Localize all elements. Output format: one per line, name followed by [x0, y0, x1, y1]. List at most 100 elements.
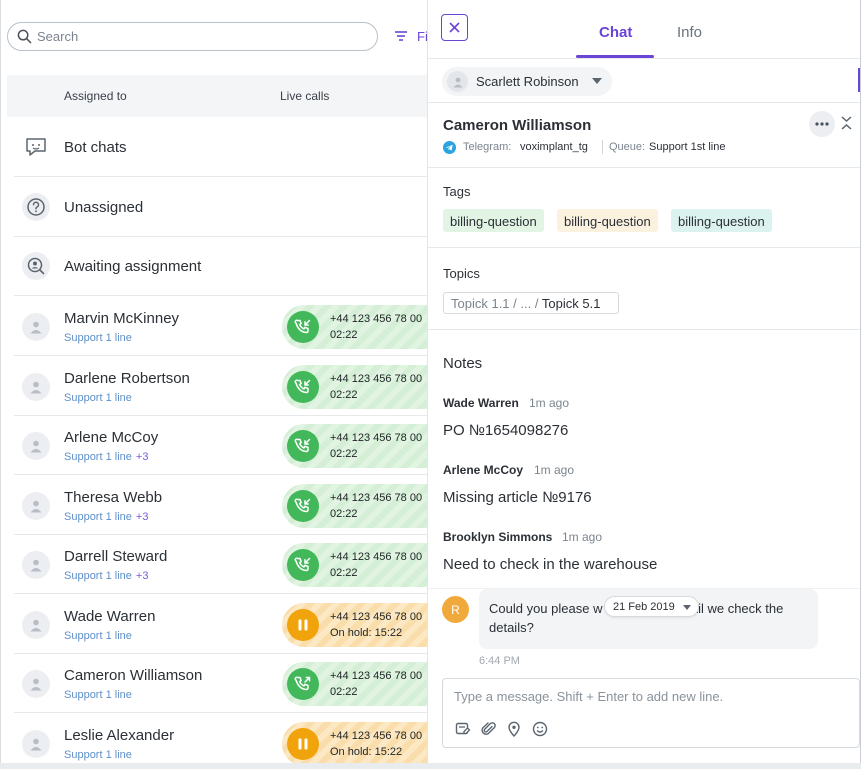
live-call-pill[interactable]: +44 123 456 78 00 02:22	[282, 543, 428, 587]
note-time: 1m ago	[529, 396, 570, 410]
note-time: 1m ago	[562, 530, 603, 544]
outgoing-call-icon[interactable]	[287, 668, 319, 700]
location-pin-icon[interactable]	[505, 720, 523, 738]
divider	[428, 102, 860, 103]
message-time: 6:44 PM	[479, 655, 520, 667]
more-dots-icon	[815, 122, 829, 126]
call-phone-number: +44 123 456 78 00	[330, 492, 423, 504]
collapse-icon[interactable]	[841, 116, 852, 130]
tag-chip[interactable]: billing-question	[443, 209, 544, 232]
queue-name: Support 1 line	[64, 392, 132, 404]
user-avatar-icon	[22, 611, 50, 639]
operator-row[interactable]: Cameron Williamson Support 1 line +44 123 …	[14, 654, 428, 713]
quick-reply-icon[interactable]	[454, 720, 472, 738]
operator-queue: Support 1 line +3	[64, 451, 148, 463]
queue-name: Support 1 line	[64, 511, 132, 523]
operator-row[interactable]: Leslie Alexander Support 1 line +44 123 45…	[14, 714, 428, 769]
queue-label: Queue:	[609, 141, 646, 153]
incoming-call-icon[interactable]	[287, 490, 319, 522]
bot-chat-icon	[22, 133, 50, 161]
operator-queue: Support 1 line	[64, 749, 132, 761]
tab-info[interactable]: Info	[677, 24, 702, 41]
operator-name: Darlene Robertson	[64, 370, 190, 387]
attach-icon[interactable]	[480, 720, 498, 738]
operator-row[interactable]: Theresa Webb Support 1 line +3 +44 123 456 …	[14, 476, 428, 535]
emoji-icon[interactable]	[531, 720, 549, 738]
tab-chat[interactable]: Chat	[599, 24, 632, 41]
divider	[602, 140, 603, 154]
message-text-start: Could you please w	[489, 601, 603, 616]
user-icon	[447, 71, 468, 92]
operator-queue: Support 1 line	[64, 689, 132, 701]
queue-name: Support 1 line	[64, 451, 132, 463]
user-avatar-icon	[22, 492, 50, 520]
date-selector[interactable]: 21 Feb 2019	[604, 596, 699, 617]
divider	[428, 58, 860, 59]
pause-icon[interactable]	[287, 728, 319, 760]
operator-name: Leslie Alexander	[64, 727, 175, 744]
filter-icon[interactable]	[394, 29, 408, 43]
operator-row[interactable]: Darlene Robertson Support 1 line +44 123 4…	[14, 357, 428, 416]
call-status: 02:22	[330, 329, 358, 341]
assignee-selector[interactable]: Scarlett Robinson	[442, 67, 612, 96]
message-placeholder: Type a message. Shift + Enter to add new…	[454, 689, 724, 704]
incoming-call-icon[interactable]	[287, 549, 319, 581]
channel-label: Telegram:	[463, 141, 512, 153]
user-avatar-icon	[22, 670, 50, 698]
call-status: 02:22	[330, 448, 358, 460]
user-avatar-icon	[22, 432, 50, 460]
pause-icon[interactable]	[287, 609, 319, 641]
operator-queue: Support 1 line +3	[64, 511, 148, 523]
search-placeholder: Search	[37, 29, 79, 44]
topic-part: Topick 1.1	[451, 296, 510, 311]
bottom-scrollbar[interactable]	[0, 763, 861, 769]
user-avatar-icon	[22, 551, 50, 579]
call-phone-number: +44 123 456 78 00	[330, 670, 423, 682]
live-call-pill[interactable]: +44 123 456 78 00 02:22	[282, 662, 428, 706]
note-text: PO №1654098276	[443, 422, 569, 439]
operator-name: Marvin McKinney	[64, 310, 180, 327]
divider	[428, 247, 860, 248]
call-status: On hold: 15:22	[330, 746, 403, 758]
topic-path[interactable]: Topick 1.1 / ... / Topick 5.1	[443, 292, 619, 314]
message-input[interactable]: Type a message. Shift + Enter to add new…	[442, 678, 860, 748]
group-bot-chats[interactable]: Bot chats	[14, 118, 428, 177]
live-call-pill[interactable]: +44 123 456 78 00 02:22	[282, 305, 428, 349]
note-text: Need to check in the warehouse	[443, 556, 658, 573]
live-call-pill[interactable]: +44 123 456 78 00 On hold: 15:22	[282, 603, 428, 647]
tag-chip[interactable]: billing-question	[557, 209, 658, 232]
contact-name: Cameron Williamson	[443, 117, 592, 134]
queue-name: Support 1 line	[64, 749, 132, 761]
search-input[interactable]: Search	[7, 22, 378, 51]
more-options-button[interactable]	[809, 111, 835, 137]
operator-row[interactable]: Marvin McKinney Support 1 line +44 123 456…	[14, 297, 428, 356]
incoming-call-icon[interactable]	[287, 311, 319, 343]
user-avatar-icon	[22, 373, 50, 401]
note-author: Brooklyn Simmons	[443, 530, 553, 544]
operator-row[interactable]: Wade Warren Support 1 line +44 123 456 78 …	[14, 595, 428, 654]
call-status: 02:22	[330, 567, 358, 579]
tag-chip[interactable]: billing-question	[671, 209, 772, 232]
avatar: R	[442, 596, 469, 623]
operator-queue: Support 1 line	[64, 392, 132, 404]
incoming-call-icon[interactable]	[287, 430, 319, 462]
group-awaiting-assignment[interactable]: Awaiting assignment	[14, 237, 428, 296]
live-call-pill[interactable]: +44 123 456 78 00 On hold: 15:22	[282, 722, 428, 766]
search-icon	[17, 29, 32, 44]
scroll-indicator	[858, 68, 860, 92]
chevron-down-icon	[683, 605, 691, 610]
divider	[428, 167, 860, 168]
group-unassigned[interactable]: Unassigned	[14, 178, 428, 237]
incoming-call-icon[interactable]	[287, 371, 319, 403]
live-call-pill[interactable]: +44 123 456 78 00 02:22	[282, 424, 428, 468]
close-button[interactable]	[441, 14, 468, 41]
live-call-pill[interactable]: +44 123 456 78 00 02:22	[282, 365, 428, 409]
live-call-pill[interactable]: +44 123 456 78 00 02:22	[282, 484, 428, 528]
question-circle-icon	[22, 193, 50, 221]
operator-row[interactable]: Arlene McCoy Support 1 line +3 +44 123 456 …	[14, 416, 428, 475]
chevron-down-icon	[592, 78, 602, 84]
operator-row[interactable]: Darrell Steward Support 1 line +3 +44 123 4…	[14, 535, 428, 594]
close-icon	[449, 22, 460, 33]
date-label: 21 Feb 2019	[613, 601, 675, 613]
call-phone-number: +44 123 456 78 00	[330, 611, 423, 623]
